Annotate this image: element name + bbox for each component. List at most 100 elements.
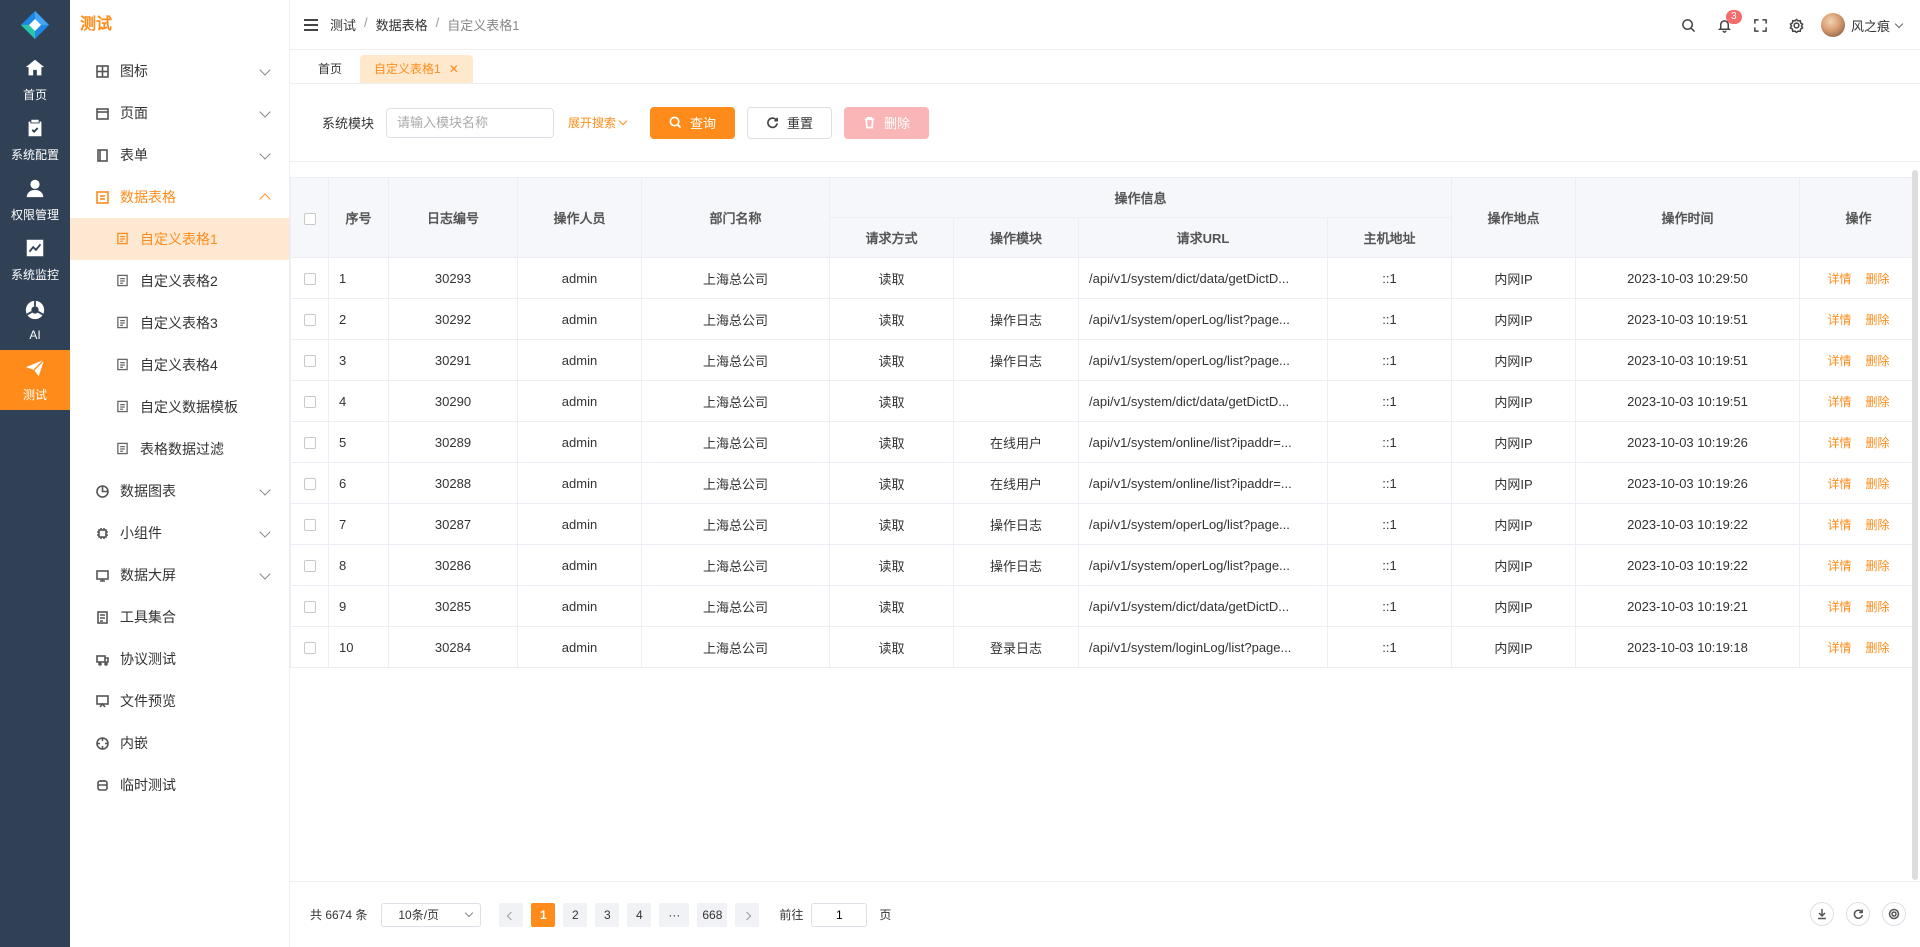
row-select-cell: [290, 257, 329, 299]
row-checkbox[interactable]: [303, 273, 316, 286]
page-button[interactable]: 3: [595, 902, 620, 927]
delete-link[interactable]: 删除: [1866, 436, 1890, 450]
bell-icon[interactable]: 3: [1707, 0, 1743, 50]
reset-button[interactable]: 重置: [747, 106, 833, 139]
sidebar-item-file-preview[interactable]: 文件预览: [70, 680, 289, 722]
vertical-scrollbar[interactable]: [1912, 170, 1918, 880]
detail-link[interactable]: 详情: [1828, 395, 1852, 409]
row-checkbox[interactable]: [303, 478, 316, 491]
delete-link[interactable]: 删除: [1866, 559, 1890, 573]
row-checkbox[interactable]: [303, 355, 316, 368]
detail-link[interactable]: 详情: [1828, 436, 1852, 450]
rail-item[interactable]: 系统监控: [0, 230, 70, 290]
sidebar-item-widgets[interactable]: 小组件: [70, 512, 289, 554]
page-button[interactable]: 1: [531, 902, 556, 927]
sidebar-subitem[interactable]: 自定义表格4: [70, 344, 289, 386]
row-checkbox[interactable]: [303, 437, 316, 450]
sidebar-item-big-screen[interactable]: 数据大屏: [70, 554, 289, 596]
table-row[interactable]: 4 30290 admin 上海总公司 读取/api/v1/system/dict/da…: [290, 380, 1919, 422]
sidebar-item-forms[interactable]: 表单: [70, 134, 289, 176]
table-row[interactable]: 7 30287 admin 上海总公司 读取 操作日志/api/v1/system/ope…: [290, 503, 1919, 545]
rail-item[interactable]: AI: [0, 290, 70, 350]
sidebar-item-icons[interactable]: 图标: [70, 50, 289, 92]
row-checkbox[interactable]: [303, 601, 316, 614]
page-button[interactable]: 2: [563, 902, 588, 927]
module-search-input[interactable]: [386, 107, 555, 138]
sidebar-item-data-table[interactable]: 数据表格: [70, 176, 289, 218]
detail-link[interactable]: 详情: [1828, 518, 1852, 532]
rail-item[interactable]: 测试: [0, 350, 70, 410]
row-checkbox[interactable]: [303, 519, 316, 532]
fullscreen-icon[interactable]: [1743, 0, 1779, 50]
search-icon[interactable]: [1671, 0, 1707, 50]
row-checkbox[interactable]: [303, 314, 316, 327]
sidebar-item-pages[interactable]: 页面: [70, 92, 289, 134]
table-row[interactable]: 2 30292 admin 上海总公司 读取 操作日志/api/v1/system/ope…: [290, 298, 1919, 340]
detail-link[interactable]: 详情: [1828, 354, 1852, 368]
app-logo[interactable]: [0, 0, 70, 50]
delete-button[interactable]: 删除: [844, 106, 930, 139]
table-row[interactable]: 6 30288 admin 上海总公司 读取 在线用户/api/v1/system/onl…: [290, 462, 1919, 504]
next-page-button[interactable]: [735, 902, 760, 927]
detail-link[interactable]: 详情: [1828, 477, 1852, 491]
table-row[interactable]: 3 30291 admin 上海总公司 读取 操作日志/api/v1/system/ope…: [290, 339, 1919, 381]
sidebar-item-data-chart[interactable]: 数据图表: [70, 470, 289, 512]
more-pages-button[interactable]: ···: [659, 902, 690, 927]
table-row[interactable]: 10 30284 admin 上海总公司 读取 登录日志/api/v1/system/lo…: [290, 626, 1919, 668]
cell-host: ::1: [1326, 544, 1453, 586]
detail-link[interactable]: 详情: [1828, 272, 1852, 286]
detail-link[interactable]: 详情: [1828, 313, 1852, 327]
sidebar-item-tools[interactable]: 工具集合: [70, 596, 289, 638]
user-menu[interactable]: 风之痕: [1820, 13, 1904, 37]
sidebar-subitem[interactable]: 自定义表格3: [70, 302, 289, 344]
delete-link[interactable]: 删除: [1866, 354, 1890, 368]
table-row[interactable]: 8 30286 admin 上海总公司 读取 操作日志/api/v1/system/ope…: [290, 544, 1919, 586]
breadcrumb-item[interactable]: 数据表格: [376, 15, 428, 34]
rail-item[interactable]: 系统配置: [0, 110, 70, 170]
refresh-icon[interactable]: [1846, 902, 1870, 926]
sidebar-subitem[interactable]: 自定义数据模板: [70, 386, 289, 428]
delete-link[interactable]: 删除: [1866, 600, 1890, 614]
sidebar-subitem[interactable]: 自定义表格2: [70, 260, 289, 302]
table-row[interactable]: 1 30293 admin 上海总公司 读取/api/v1/system/dict/da…: [290, 257, 1919, 299]
settings-icon[interactable]: [1882, 902, 1906, 926]
delete-link[interactable]: 删除: [1866, 477, 1890, 491]
query-button[interactable]: 查询: [650, 106, 736, 139]
settings-icon[interactable]: [1779, 0, 1815, 50]
page-button[interactable]: 4: [627, 902, 652, 927]
select-all-checkbox[interactable]: [303, 212, 316, 225]
sidebar-subitem[interactable]: 自定义表格1: [70, 218, 289, 260]
cell-time: 2023-10-03 10:19:22: [1575, 503, 1801, 545]
sidebar-item-embed[interactable]: 内嵌: [70, 722, 289, 764]
prev-page-button[interactable]: [499, 902, 524, 927]
sidebar-subitem[interactable]: 表格数据过滤: [70, 428, 289, 470]
page-button[interactable]: 668: [697, 902, 728, 927]
page-size-select[interactable]: 10条/页: [381, 902, 482, 927]
tab-custom-table-1[interactable]: 自定义表格1 ✕: [360, 55, 473, 83]
breadcrumb-item[interactable]: 测试: [330, 15, 356, 34]
sidebar-item-protocol-test[interactable]: 协议测试: [70, 638, 289, 680]
rail-item[interactable]: 首页: [0, 50, 70, 110]
detail-link[interactable]: 详情: [1828, 559, 1852, 573]
delete-link[interactable]: 删除: [1866, 313, 1890, 327]
table-row[interactable]: 5 30289 admin 上海总公司 读取 在线用户/api/v1/system/onl…: [290, 421, 1919, 463]
close-icon[interactable]: ✕: [449, 62, 459, 76]
rail-item[interactable]: 权限管理: [0, 170, 70, 230]
table-row[interactable]: 9 30285 admin 上海总公司 读取/api/v1/system/dict/da…: [290, 585, 1919, 627]
delete-link[interactable]: 删除: [1866, 518, 1890, 532]
download-icon[interactable]: [1810, 902, 1834, 926]
cell-module: [953, 585, 1079, 627]
detail-link[interactable]: 详情: [1828, 600, 1852, 614]
delete-link[interactable]: 删除: [1866, 395, 1890, 409]
delete-link[interactable]: 删除: [1866, 641, 1890, 655]
delete-link[interactable]: 删除: [1866, 272, 1890, 286]
goto-page-input[interactable]: [811, 902, 868, 927]
row-checkbox[interactable]: [303, 396, 316, 409]
sidebar-item-temp-test[interactable]: 临时测试: [70, 764, 289, 806]
menu-toggle-icon[interactable]: [304, 18, 318, 31]
tab-home[interactable]: 首页: [304, 55, 356, 83]
detail-link[interactable]: 详情: [1828, 641, 1852, 655]
expand-search-link[interactable]: 展开搜索: [568, 114, 628, 131]
row-checkbox[interactable]: [303, 642, 316, 655]
row-checkbox[interactable]: [303, 560, 316, 573]
